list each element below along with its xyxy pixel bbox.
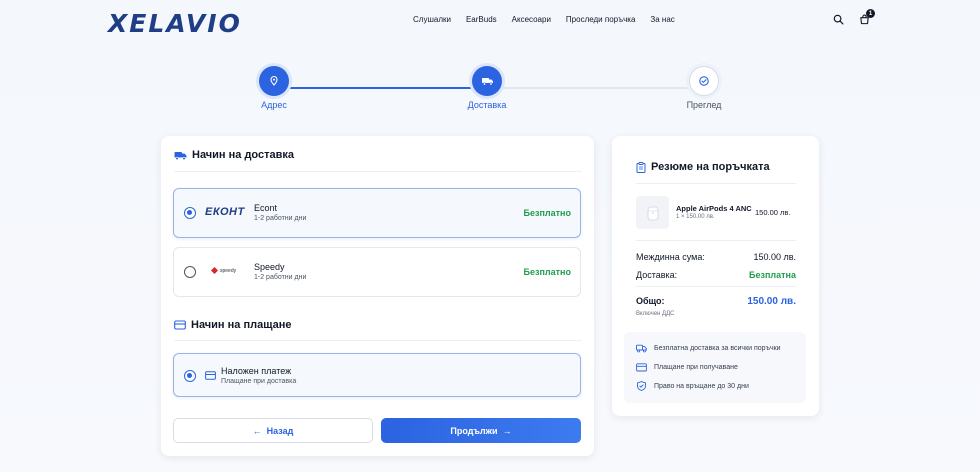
product-name: Apple AirPods 4 ANC bbox=[676, 204, 752, 213]
radio-econt[interactable] bbox=[184, 207, 196, 219]
airpods-case-icon bbox=[647, 206, 658, 220]
delivery-title-text: Начин на доставка bbox=[192, 149, 295, 161]
nav-item-track-order[interactable]: Проследи поръчка bbox=[566, 15, 635, 24]
subtotal-row: Междинна сума: 150.00 лв. bbox=[636, 252, 796, 262]
radio-speedy[interactable] bbox=[184, 266, 196, 278]
econt-logo: ЕКОНТ bbox=[205, 206, 245, 218]
speedy-logo-text: speedy bbox=[220, 267, 237, 274]
shipping-label: Доставка: bbox=[636, 270, 678, 280]
arrow-right-icon: → bbox=[502, 425, 512, 436]
econt-price: Безплатно bbox=[523, 208, 571, 218]
credit-card-icon bbox=[174, 320, 186, 330]
vat-note: Включен ДДС bbox=[636, 311, 675, 317]
step-label-address: Адрес bbox=[261, 100, 287, 110]
delivery-section-title: Начин на доставка bbox=[174, 149, 294, 161]
payment-section-title: Начин на плащане bbox=[174, 319, 292, 331]
step-label-review: Преглед bbox=[686, 100, 722, 110]
clipboard-icon bbox=[636, 161, 646, 173]
step-address[interactable] bbox=[259, 66, 289, 96]
credit-card-icon bbox=[205, 371, 216, 380]
truck-icon bbox=[174, 151, 187, 160]
nav-item-accessories[interactable]: Аксесоари bbox=[512, 15, 551, 24]
site-header: XELAVIO Слушалки EarBuds Аксесоари Просл… bbox=[0, 0, 980, 44]
cart-count-badge: 1 bbox=[866, 9, 875, 18]
shield-check-icon bbox=[637, 381, 646, 391]
perk-returns-text: Право на връщане до 30 дни bbox=[654, 382, 749, 390]
stepper-track-pending bbox=[487, 87, 704, 89]
brand-logo[interactable]: XELAVIO bbox=[108, 9, 242, 38]
econt-eta: 1-2 работни дни bbox=[254, 215, 307, 222]
continue-button[interactable]: Продължи → bbox=[381, 418, 581, 443]
back-button-label: Назад bbox=[266, 425, 294, 436]
step-label-delivery: Доставка bbox=[467, 100, 507, 110]
subtotal-value: 150.00 лв. bbox=[753, 252, 796, 262]
nav-item-earbuds[interactable]: EarBuds bbox=[466, 15, 497, 24]
divider bbox=[636, 183, 796, 184]
back-button[interactable]: ← Назад bbox=[173, 418, 373, 443]
divider bbox=[174, 340, 582, 341]
shipping-value: Безплатна bbox=[749, 270, 796, 280]
payment-title-text: Начин на плащане bbox=[191, 319, 292, 331]
econt-name: Econt bbox=[254, 203, 278, 213]
search-icon[interactable] bbox=[833, 14, 844, 25]
step-review[interactable] bbox=[689, 66, 719, 96]
subtotal-label: Междинна сума: bbox=[636, 252, 705, 262]
radio-cod[interactable] bbox=[184, 370, 196, 382]
check-badge-icon bbox=[699, 76, 709, 86]
shipping-row: Доставка: Безплатна bbox=[636, 270, 796, 280]
perk-cod-text: Плащане при получаване bbox=[654, 364, 738, 371]
arrow-left-icon: ← bbox=[252, 425, 262, 436]
product-price: 150.00 лв. bbox=[755, 208, 791, 217]
perk-returns: Право на връщане до 30 дни bbox=[636, 381, 749, 391]
product-thumbnail bbox=[636, 196, 669, 229]
perk-free-shipping: Безплатна доставка за всички поръчки bbox=[636, 344, 781, 353]
stepper-track-done bbox=[274, 87, 487, 89]
map-pin-icon bbox=[270, 75, 278, 86]
main-nav: Слушалки EarBuds Аксесоари Проследи поръ… bbox=[413, 15, 675, 24]
cod-name: Наложен платеж bbox=[221, 366, 292, 376]
credit-card-icon bbox=[636, 363, 647, 372]
divider bbox=[636, 286, 796, 287]
nav-item-headphones[interactable]: Слушалки bbox=[413, 15, 451, 24]
divider bbox=[636, 240, 796, 241]
speedy-name: Speedy bbox=[254, 262, 285, 272]
nav-item-about[interactable]: За нас bbox=[650, 15, 674, 24]
perk-free-shipping-text: Безплатна доставка за всички поръчки bbox=[654, 345, 781, 352]
total-row: Общо: 150.00 лв. bbox=[636, 296, 796, 307]
total-value: 150.00 лв. bbox=[747, 296, 796, 307]
speedy-price: Безплатно bbox=[523, 267, 571, 277]
truck-icon bbox=[636, 344, 647, 353]
cod-desc: Плащане при доставка bbox=[221, 378, 297, 385]
speedy-logo: speedy bbox=[211, 267, 236, 274]
truck-icon bbox=[481, 78, 493, 86]
total-label: Общо: bbox=[636, 296, 665, 306]
divider bbox=[174, 171, 582, 172]
speedy-mark-icon bbox=[211, 267, 218, 274]
continue-button-label: Продължи bbox=[450, 425, 498, 436]
speedy-eta: 1-2 работни дни bbox=[254, 274, 307, 281]
summary-title-text: Резюме на поръчката bbox=[651, 161, 770, 173]
step-delivery[interactable] bbox=[472, 66, 502, 96]
perk-cod: Плащане при получаване bbox=[636, 363, 738, 372]
product-qty: 1 × 150.00 лв. bbox=[676, 214, 715, 220]
summary-title: Резюме на поръчката bbox=[636, 161, 770, 173]
